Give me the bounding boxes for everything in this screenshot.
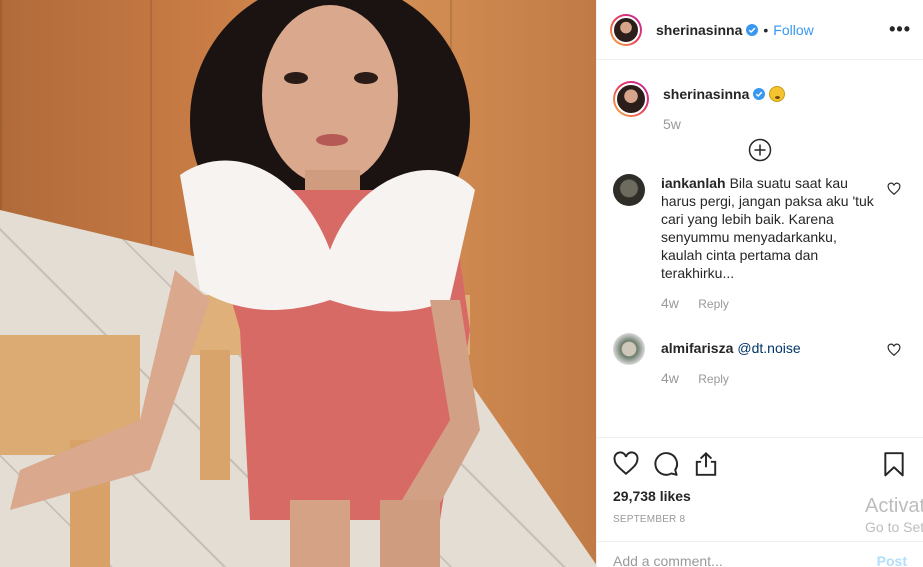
share-icon[interactable] — [693, 451, 719, 477]
action-icons — [613, 438, 907, 490]
likes-count[interactable]: 29,738 likes — [613, 488, 907, 504]
caption-username[interactable]: sherinasinna — [663, 86, 749, 102]
add-comment-bar: Post — [597, 541, 923, 567]
commenter-avatar[interactable] — [613, 333, 645, 365]
post-button[interactable]: Post — [877, 545, 907, 567]
comment-like-icon[interactable] — [887, 182, 901, 196]
emoji-icon — [769, 86, 786, 102]
comment-item: almifarisza @dt.noise 4w Reply — [613, 333, 907, 388]
plus-circle-icon[interactable] — [748, 138, 772, 162]
bookmark-icon[interactable] — [881, 451, 907, 477]
heart-icon[interactable] — [613, 451, 639, 477]
comment-time[interactable]: 4w — [661, 295, 679, 311]
photo-scene — [0, 0, 480, 567]
commenter-avatar[interactable] — [613, 174, 645, 206]
post-photo[interactable] — [0, 0, 596, 567]
comment-username[interactable]: almifarisza — [661, 340, 733, 356]
post-header: sherinasinna • Follow ••• — [597, 0, 923, 60]
verified-badge-icon — [753, 88, 766, 100]
comments-list[interactable]: sherinasinna 5w iankanlah Bila suatu saat… — [597, 61, 923, 437]
comment-item: iankanlah Bila suatu saat kau harus pergi… — [613, 174, 907, 313]
reply-button[interactable]: Reply — [698, 297, 729, 311]
verified-badge-icon — [746, 23, 759, 36]
watermark-line1: Activat — [865, 495, 923, 517]
post-side-panel: sherinasinna • Follow ••• sherinasinna 5… — [596, 0, 923, 567]
comment-meta: 4w Reply — [661, 369, 881, 388]
separator-dot: • — [763, 21, 769, 38]
watermark-line2: Go to Set — [865, 519, 923, 535]
reply-button[interactable]: Reply — [698, 372, 729, 386]
author-username[interactable]: sherinasinna — [656, 22, 742, 38]
comment-time[interactable]: 4w — [661, 370, 679, 386]
post-date[interactable]: September 8 — [613, 514, 907, 525]
activate-windows-watermark: Activat Go to Set — [865, 494, 923, 536]
comment-input[interactable] — [613, 544, 877, 567]
post-caption: sherinasinna 5w — [613, 61, 907, 132]
comment-icon[interactable] — [653, 451, 679, 477]
comment-meta: 4w Reply — [661, 294, 881, 313]
caption-time[interactable]: 5w — [663, 116, 785, 132]
caption-avatar[interactable] — [613, 81, 649, 117]
comment-mention[interactable]: @dt.noise — [737, 340, 800, 356]
comment-username[interactable]: iankanlah — [661, 175, 726, 191]
follow-button[interactable]: Follow — [773, 22, 813, 38]
comment-like-icon[interactable] — [887, 343, 901, 357]
more-icon[interactable]: ••• — [889, 19, 911, 40]
author-avatar[interactable] — [610, 13, 642, 46]
